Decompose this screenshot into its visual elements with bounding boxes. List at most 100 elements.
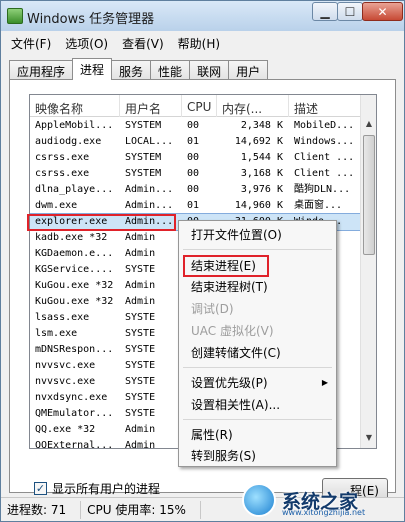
cell-user-name: Admin... (125, 184, 174, 195)
cell-memory: 1,544 K (240, 152, 283, 163)
column-user-name[interactable]: 用户名 (120, 95, 182, 117)
cell-memory: 14,692 K (234, 136, 283, 147)
cell-user-name: SYSTEM (125, 168, 162, 179)
menu-set-priority[interactable]: 设置优先级(P) ▶ (179, 373, 336, 393)
cell-image-name: audiodg.exe (35, 136, 102, 147)
cell-user-name: SYSTE (125, 392, 156, 403)
cell-image-name: AppleMobil... (35, 120, 114, 131)
cell-user-name: Admin (125, 232, 156, 243)
cell-cpu: 00 (187, 184, 200, 195)
cell-user-name: SYSTE (125, 360, 156, 371)
menu-end-process[interactable]: 结束进程(E) (179, 256, 336, 276)
list-header: 映像名称 用户名 CPU 内存(... 描述 (30, 95, 361, 117)
cell-description: 酷狗DLN... (294, 184, 351, 195)
cell-description: Windows... (294, 136, 355, 147)
cell-memory: 2,348 K (240, 120, 283, 131)
cell-user-name: SYSTE (125, 376, 156, 387)
maximize-button[interactable]: ☐ (337, 2, 363, 21)
table-row[interactable]: AppleMobil... SYSTEM 00 2,348 K MobileD... (30, 118, 361, 134)
cell-user-name: Admin (125, 248, 156, 259)
watermark-url: www.xitongzhijia.net (282, 508, 366, 517)
menu-file[interactable]: 文件(F) (5, 33, 57, 52)
cell-image-name: csrss.exe (35, 152, 90, 163)
show-all-users-label: 显示所有用户的进程 (52, 482, 161, 496)
cell-image-name: nvvsvc.exe (35, 376, 96, 387)
cell-image-name: QQ.exe *32 (35, 424, 96, 435)
table-row[interactable]: csrss.exe SYSTEM 00 1,544 K Client ... (30, 150, 361, 166)
cell-cpu: 00 (187, 120, 200, 131)
cell-image-name: KGDaemon.e... (35, 248, 114, 259)
cell-image-name: KuGou.exe *32 (35, 280, 114, 291)
vertical-scrollbar[interactable]: ▲ ▼ (360, 95, 376, 448)
process-count: 进程数: 71 (1, 500, 82, 519)
menu-help[interactable]: 帮助(H) (172, 33, 226, 52)
menu-end-process-tree[interactable]: 结束进程树(T) (179, 277, 336, 297)
table-row[interactable]: dlna_playe... Admin... 00 3,976 K 酷狗DLN... (30, 182, 361, 198)
cell-user-name: Admin... (125, 216, 174, 227)
cell-image-name: nvxdsync.exe (35, 392, 108, 403)
tab-services[interactable]: 服务 (111, 60, 152, 80)
tab-performance[interactable]: 性能 (150, 60, 191, 80)
cell-cpu: 00 (187, 168, 200, 179)
menu-go-to-service[interactable]: 转到服务(S) (179, 446, 336, 466)
cell-user-name: SYSTE (125, 328, 156, 339)
title-bar[interactable]: Windows 任务管理器 ▁ ☐ ✕ (1, 1, 404, 31)
scroll-up-icon[interactable]: ▲ (363, 119, 375, 131)
minimize-button[interactable]: ▁ (312, 2, 338, 21)
scroll-thumb[interactable] (363, 135, 375, 255)
cell-cpu: 01 (187, 136, 200, 147)
cell-image-name: QMEmulator... (35, 408, 114, 419)
cell-user-name: Admin (125, 440, 156, 449)
watermark: 系统之家 www.xitongzhijia.net (238, 478, 405, 522)
cell-image-name: KGService.... (35, 264, 114, 275)
column-memory[interactable]: 内存(... (217, 95, 289, 117)
show-all-users-checkbox[interactable]: ✓ (34, 482, 47, 495)
tab-applications[interactable]: 应用程序 (9, 60, 74, 80)
tab-strip: 应用程序 进程 服务 性能 联网 用户 (9, 58, 269, 80)
tab-users[interactable]: 用户 (228, 60, 269, 80)
cell-description: 桌面窗... (294, 200, 343, 211)
menu-separator (183, 419, 332, 420)
task-manager-icon (7, 8, 23, 24)
menu-options[interactable]: 选项(O) (59, 33, 114, 52)
cell-image-name: lsass.exe (35, 312, 90, 323)
cell-image-name: dwm.exe (35, 200, 78, 211)
cell-user-name: LOCAL... (125, 136, 174, 147)
cell-description: Client ... (294, 152, 355, 163)
watermark-logo-icon (242, 483, 276, 517)
cell-memory: 14,960 K (234, 200, 283, 211)
cell-image-name: csrss.exe (35, 168, 90, 179)
tab-processes[interactable]: 进程 (72, 58, 113, 80)
menu-set-priority-label: 设置优先级(P) (191, 376, 268, 390)
menu-open-file-location[interactable]: 打开文件位置(O) (179, 225, 336, 245)
cpu-usage: CPU 使用率: 15% (81, 500, 201, 519)
close-button[interactable]: ✕ (362, 2, 403, 21)
menu-bar: 文件(F) 选项(O) 查看(V) 帮助(H) (1, 31, 404, 53)
cell-description: Client ... (294, 168, 355, 179)
column-cpu[interactable]: CPU (182, 95, 217, 117)
cell-user-name: SYSTE (125, 408, 156, 419)
menu-set-affinity[interactable]: 设置相关性(A)... (179, 395, 336, 415)
table-row[interactable]: dwm.exe Admin... 01 14,960 K 桌面窗... (30, 198, 361, 214)
menu-view[interactable]: 查看(V) (116, 33, 170, 52)
menu-create-dump-file[interactable]: 创建转储文件(C) (179, 343, 336, 363)
menu-debug: 调试(D) (191, 302, 234, 316)
cell-user-name: SYSTEM (125, 120, 162, 131)
cell-cpu: 01 (187, 200, 200, 211)
show-all-users-option[interactable]: ✓ 显示所有用户的进程 (34, 480, 160, 497)
cell-image-name: nvvsvc.exe (35, 360, 96, 371)
cell-cpu: 00 (187, 152, 200, 163)
column-description[interactable]: 描述 (289, 95, 361, 117)
menu-properties[interactable]: 属性(R) (179, 425, 336, 445)
tab-networking[interactable]: 联网 (189, 60, 230, 80)
cell-user-name: SYSTE (125, 344, 156, 355)
scroll-down-icon[interactable]: ▼ (363, 433, 375, 445)
cell-image-name: mDNSRespon... (35, 344, 114, 355)
table-row[interactable]: audiodg.exe LOCAL... 01 14,692 K Windows... (30, 134, 361, 150)
cell-memory: 3,168 K (240, 168, 283, 179)
cell-user-name: Admin... (125, 200, 174, 211)
column-image-name[interactable]: 映像名称 (30, 95, 120, 117)
table-row[interactable]: csrss.exe SYSTEM 00 3,168 K Client ... (30, 166, 361, 182)
cell-memory: 3,976 K (240, 184, 283, 195)
cell-image-name: KuGou.exe *32 (35, 296, 114, 307)
